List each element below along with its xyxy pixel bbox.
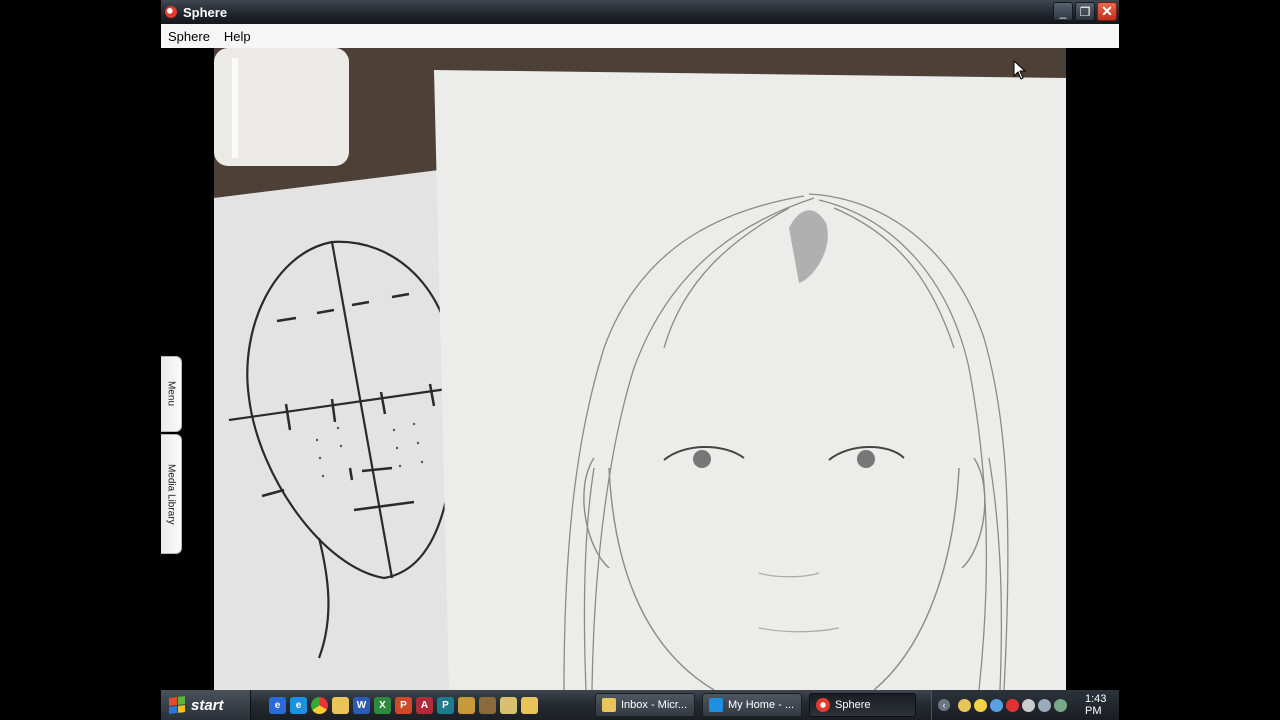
quick-launch: e e W X P A P (269, 697, 538, 714)
tray-app-icon[interactable] (958, 698, 971, 712)
app-icon[interactable] (458, 697, 475, 714)
taskbar: start e e W X P A P Inbox - Micr... My H… (161, 690, 1119, 720)
start-button[interactable]: start (161, 690, 251, 720)
ie-icon (709, 698, 723, 712)
task-inbox-label: Inbox - Micr... (621, 699, 688, 711)
tab-media-library[interactable]: Media Library (161, 434, 182, 554)
system-tray: ‹ 1:43 PM (931, 690, 1119, 720)
access-icon[interactable]: A (416, 697, 433, 714)
menu-help[interactable]: Help (217, 29, 258, 44)
app-icon[interactable] (500, 697, 517, 714)
start-label: start (191, 696, 224, 714)
publisher-icon[interactable]: P (437, 697, 454, 714)
sphere-app-icon (165, 6, 177, 18)
minimize-button[interactable]: _ (1053, 2, 1073, 21)
video-area: Menu Media Library (161, 48, 1119, 690)
task-sphere-label: Sphere (835, 699, 871, 711)
tray-app-icon[interactable] (974, 698, 987, 712)
drawing-video-frame (214, 48, 1066, 690)
close-button[interactable]: ✕ (1097, 2, 1117, 21)
tab-menu[interactable]: Menu (161, 356, 182, 432)
task-my-home[interactable]: My Home - ... (702, 693, 802, 717)
chevron-left-icon[interactable]: ‹ (938, 699, 950, 711)
shield-icon[interactable] (1022, 698, 1035, 712)
network-icon[interactable] (1054, 698, 1067, 712)
word-icon[interactable]: W (353, 697, 370, 714)
tray-app-icon[interactable] (1006, 698, 1019, 712)
restore-button[interactable]: ❐ (1075, 2, 1095, 21)
task-sphere[interactable]: Sphere (809, 693, 916, 717)
folder-icon[interactable] (332, 697, 349, 714)
task-inbox[interactable]: Inbox - Micr... (595, 693, 695, 717)
app-icon[interactable] (521, 697, 538, 714)
chrome-icon[interactable] (311, 697, 328, 714)
powerpoint-icon[interactable]: P (395, 697, 412, 714)
clock[interactable]: 1:43 PM (1085, 693, 1119, 717)
mouse-cursor-icon (1013, 60, 1027, 80)
title-bar[interactable]: Sphere _ ❐ ✕ (161, 0, 1119, 24)
excel-icon[interactable]: X (374, 697, 391, 714)
tab-media-library-label: Media Library (165, 463, 177, 525)
camera-feed (214, 48, 1066, 690)
side-tab-strip: Menu Media Library (161, 356, 183, 554)
windows-logo-icon (169, 696, 185, 714)
volume-icon[interactable] (1038, 698, 1051, 712)
ie-icon[interactable]: e (290, 697, 307, 714)
outlook-icon[interactable]: e (269, 697, 286, 714)
tray-app-icon[interactable] (990, 698, 1003, 712)
window-title: Sphere (183, 4, 228, 20)
sphere-icon (816, 698, 830, 712)
menu-sphere[interactable]: Sphere (161, 29, 217, 44)
tab-menu-label: Menu (165, 381, 177, 407)
menu-bar: Sphere Help (161, 24, 1119, 48)
sphere-window: Sphere _ ❐ ✕ Sphere Help Menu Media Libr… (161, 0, 1119, 690)
folder-icon (602, 698, 616, 712)
app-icon[interactable] (479, 697, 496, 714)
task-my-home-label: My Home - ... (728, 699, 795, 711)
